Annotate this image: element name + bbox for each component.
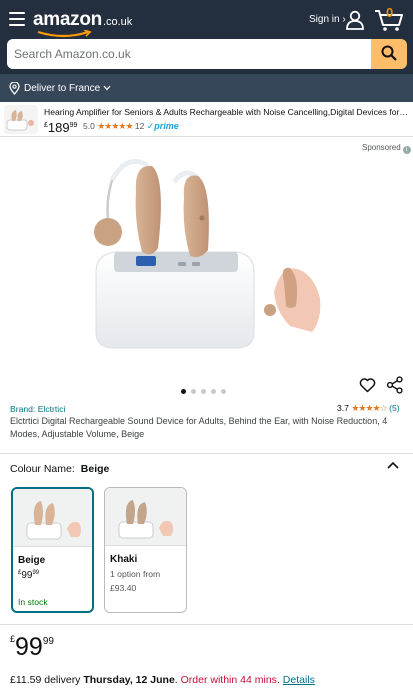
location-pin-icon	[9, 82, 20, 95]
search-button[interactable]	[371, 39, 407, 69]
logo-smile-icon	[37, 30, 92, 38]
colour-option-thumbnail	[105, 488, 186, 546]
amazon-logo[interactable]: amazon.co.uk	[33, 9, 133, 38]
sponsored-product-title[interactable]: Hearing Amplifier for Seniors & Adults R…	[44, 107, 408, 117]
colour-option-price: £9999	[18, 570, 40, 581]
deliver-to-bar[interactable]: Deliver to France	[0, 74, 413, 102]
cart-count: 0	[386, 5, 394, 20]
search-input[interactable]	[7, 39, 371, 69]
star-rating-icon: ★★★★☆	[351, 403, 387, 413]
info-icon: i	[402, 146, 411, 154]
hamburger-menu-icon[interactable]	[9, 12, 25, 26]
search-icon	[381, 45, 397, 61]
divider	[0, 624, 413, 625]
review-count-link: (5)	[389, 403, 400, 413]
order-within: Order within 44 mins	[180, 674, 277, 686]
colour-selector-label: Colour Name: Beige	[10, 463, 110, 475]
sponsored-product-price: £18999	[44, 120, 78, 135]
colour-option-khaki[interactable]: Khaki 1 option from £93.40	[104, 487, 187, 613]
sponsored-product-thumbnail[interactable]	[4, 105, 38, 134]
brand-link[interactable]: Brand: Elctrtici	[10, 404, 65, 414]
prime-badge: ✓prime	[146, 121, 179, 131]
chevron-up-icon[interactable]	[387, 461, 399, 469]
star-rating-icon: ★★★★★	[97, 121, 133, 131]
sponsored-product-rating: 5.0 ★★★★★ 12 ✓prime	[83, 121, 179, 131]
deliver-to-text: Deliver to France	[24, 83, 101, 94]
product-image[interactable]	[86, 152, 326, 357]
product-rating[interactable]: 3.7 ★★★★☆ (5)	[337, 403, 400, 414]
divider	[0, 453, 413, 454]
colour-option-name: Beige	[18, 555, 46, 566]
product-title: Elctrtici Digital Rechargeable Sound Dev…	[10, 416, 388, 439]
heart-icon[interactable]	[359, 377, 376, 393]
colour-option-name: Khaki	[110, 554, 138, 565]
delivery-info: £11.59 delivery Thursday, 12 June. Order…	[10, 674, 315, 686]
top-bar: amazon.co.uk Sign in › 0	[0, 0, 413, 41]
logo-domain: .co.uk	[102, 16, 133, 28]
chevron-down-icon	[103, 85, 111, 91]
logo-text: amazon	[33, 9, 102, 30]
stock-status: In stock	[18, 597, 48, 607]
delivery-details-link[interactable]: Details	[283, 674, 315, 686]
user-icon[interactable]	[345, 10, 365, 30]
image-carousel-dots[interactable]	[181, 381, 231, 399]
delivery-date: Thursday, 12 June	[83, 674, 175, 686]
sponsored-label[interactable]: Sponsored i	[362, 143, 411, 154]
share-icon[interactable]	[386, 376, 404, 394]
sign-in-link[interactable]: Sign in ›	[309, 14, 346, 25]
sponsored-product-banner[interactable]: Hearing Amplifier for Seniors & Adults R…	[0, 102, 413, 137]
product-price: £9999	[10, 633, 54, 661]
colour-option-thumbnail	[13, 489, 92, 547]
colour-option-beige[interactable]: Beige £9999 In stock	[11, 487, 94, 613]
colour-option-price: £93.40	[110, 583, 137, 593]
colour-option-sub: 1 option from	[110, 569, 161, 579]
selected-colour: Beige	[80, 463, 110, 475]
